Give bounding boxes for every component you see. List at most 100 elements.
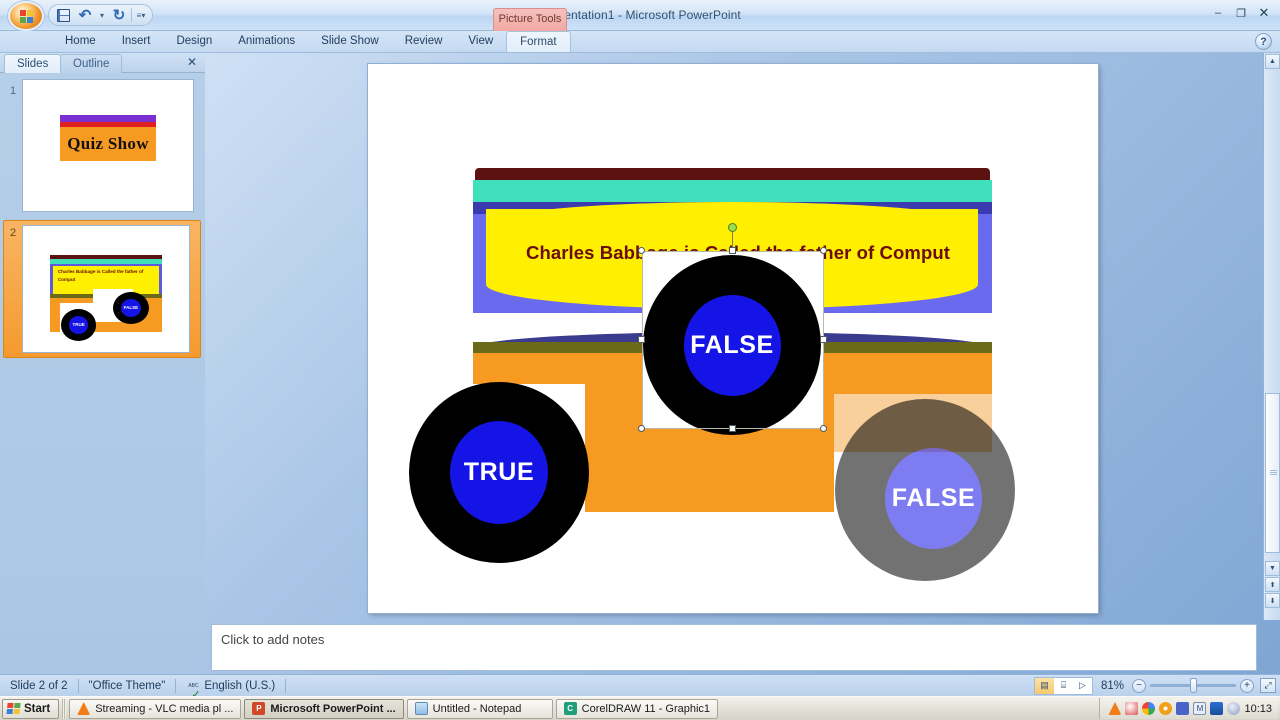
view-switcher: ▤ ⌸ ▷	[1033, 676, 1093, 695]
tab-slide-show[interactable]: Slide Show	[308, 31, 392, 52]
taskbar: Start Streaming - VLC media pl ... P Mic…	[0, 696, 1280, 720]
system-tray: M 10:13	[1099, 698, 1278, 719]
scroll-down-button[interactable]: ▼	[1265, 561, 1280, 576]
turquoise-bar	[473, 180, 992, 202]
maroon-top-bar	[475, 168, 990, 180]
taskbar-item-label: Streaming - VLC media pl ...	[95, 702, 234, 715]
tab-slides[interactable]: Slides	[4, 54, 62, 73]
taskbar-item-vlc[interactable]: Streaming - VLC media pl ...	[69, 698, 242, 719]
tab-review[interactable]: Review	[392, 31, 456, 52]
tray-vlc-icon[interactable]	[1108, 702, 1122, 715]
powerpoint-icon: P	[252, 702, 266, 715]
theme-name[interactable]: "Office Theme"	[79, 680, 176, 692]
coreldraw-icon: C	[563, 702, 577, 715]
taskbar-item-coreldraw[interactable]: C CorelDRAW 11 - Graphic1	[555, 698, 719, 719]
slide-sorter-view-button[interactable]: ⌸	[1054, 678, 1073, 694]
window-title: Presentation1 - Microsoft PowerPoint	[539, 8, 741, 22]
tray-firefox-icon[interactable]	[1159, 702, 1173, 715]
close-button[interactable]: ✕	[1254, 5, 1274, 21]
title-bar: ↶ ▾ ↻ ≡▾ Presentation1 - Microsoft Power…	[0, 0, 1280, 31]
taskbar-item-notepad[interactable]: Untitled - Notepad	[406, 698, 553, 719]
resize-handle-bottom-right[interactable]	[820, 425, 827, 432]
sidebar-tab-strip: Slides Outline ✕	[0, 53, 205, 73]
slide-show-view-button[interactable]: ▷	[1073, 678, 1092, 694]
tray-display-icon[interactable]	[1210, 702, 1224, 715]
fit-to-window-button[interactable]: ⤢	[1260, 678, 1276, 693]
zoom-out-button[interactable]: −	[1132, 678, 1146, 693]
clock[interactable]: 10:13	[1244, 703, 1272, 715]
zoom-knob[interactable]	[1190, 678, 1197, 693]
status-divider	[175, 678, 177, 693]
scrollbar-thumb[interactable]	[1265, 393, 1280, 553]
tray-chrome-icon[interactable]	[1142, 702, 1156, 715]
selection-frame	[642, 251, 824, 429]
zoom-level-label[interactable]: 81%	[1099, 680, 1126, 692]
true-button-label: TRUE	[450, 421, 548, 524]
tab-design[interactable]: Design	[163, 31, 225, 52]
vertical-scrollbar[interactable]: ▲ ▼ ⬆ ⬇	[1263, 53, 1280, 620]
tab-animations[interactable]: Animations	[225, 31, 308, 52]
windows-flag-icon	[6, 702, 21, 715]
thumbnail-list[interactable]: 1 Quiz Show 2 Charles Babbage is Called …	[0, 73, 205, 674]
status-divider	[285, 678, 287, 693]
thumbnail-slide-2[interactable]: 2 Charles Babbage is Called the father o…	[3, 220, 201, 358]
thumbnail-image: Quiz Show	[22, 79, 194, 212]
taskbar-item-powerpoint[interactable]: P Microsoft PowerPoint ...	[244, 698, 404, 719]
resize-handle-top-center[interactable]	[729, 247, 736, 254]
resize-handle-middle-left[interactable]	[638, 336, 645, 343]
notes-pane[interactable]: Click to add notes	[211, 624, 1257, 671]
thumb2-false-button: FALSE	[112, 291, 150, 325]
ghost-false-label: FALSE	[885, 448, 982, 549]
resize-handle-bottom-left[interactable]	[638, 425, 645, 432]
window-controls: – ❐ ✕	[1208, 5, 1274, 21]
next-slide-button[interactable]: ⬇	[1265, 593, 1280, 608]
false-button-ghost[interactable]: FALSE	[835, 399, 1015, 581]
tab-insert[interactable]: Insert	[109, 31, 164, 52]
zoom-in-button[interactable]: +	[1240, 678, 1254, 693]
tab-format[interactable]: Format	[506, 31, 571, 52]
workspace: Slides Outline ✕ 1 Quiz Show 2 Charles B…	[0, 53, 1280, 674]
close-sidebar-icon[interactable]: ✕	[187, 55, 197, 69]
language-indicator[interactable]: English (U.S.)	[194, 680, 285, 692]
resize-handle-bottom-center[interactable]	[729, 425, 736, 432]
tab-view[interactable]: View	[455, 31, 506, 52]
notepad-icon	[414, 702, 428, 715]
taskbar-item-label: Microsoft PowerPoint ...	[270, 702, 396, 715]
tab-outline[interactable]: Outline	[60, 54, 123, 73]
taskbar-item-label: CorelDRAW 11 - Graphic1	[581, 702, 711, 715]
picture-tools-contextual-tab[interactable]: Picture Tools	[493, 8, 567, 31]
slides-sidebar: Slides Outline ✕ 1 Quiz Show 2 Charles B…	[0, 53, 205, 674]
thumbnail-number: 2	[10, 227, 17, 239]
slide-canvas[interactable]: Charles Babbage is Called the father of …	[368, 64, 1098, 613]
slide-canvas-area[interactable]: Charles Babbage is Called the father of …	[205, 53, 1280, 620]
taskbar-divider	[62, 698, 67, 719]
tab-home[interactable]: Home	[52, 31, 109, 52]
thumb2-question-text: Charles Babbage is Called the father of …	[57, 269, 144, 282]
start-button[interactable]: Start	[2, 698, 60, 719]
tray-idm-icon[interactable]: M	[1193, 702, 1207, 715]
thumbnail-slide-1[interactable]: 1 Quiz Show	[4, 79, 201, 212]
status-right-group: ▤ ⌸ ▷ 81% − + ⤢	[1033, 676, 1276, 695]
tray-shield-icon[interactable]	[1125, 702, 1139, 715]
resize-handle-top-left[interactable]	[638, 247, 645, 254]
rotate-handle[interactable]	[728, 223, 737, 232]
zoom-slider[interactable]: − +	[1132, 678, 1254, 693]
help-icon[interactable]: ?	[1255, 33, 1272, 50]
true-button-shape[interactable]: TRUE	[409, 382, 589, 563]
restore-button[interactable]: ❐	[1231, 5, 1251, 21]
thumb2-art: Charles Babbage is Called the father of …	[23, 226, 189, 352]
previous-slide-button[interactable]: ⬆	[1265, 577, 1280, 592]
tray-network-icon[interactable]	[1176, 702, 1190, 715]
slide-counter[interactable]: Slide 2 of 2	[0, 680, 78, 692]
scroll-up-button[interactable]: ▲	[1265, 54, 1280, 69]
resize-handle-top-right[interactable]	[820, 247, 827, 254]
normal-view-button[interactable]: ▤	[1034, 677, 1054, 694]
thumb1-title-text: Quiz Show	[67, 134, 149, 154]
start-label: Start	[24, 702, 51, 715]
thumb2-true-label: TRUE	[69, 316, 89, 334]
zoom-track[interactable]	[1150, 678, 1236, 693]
minimize-button[interactable]: –	[1208, 5, 1228, 21]
status-bar: Slide 2 of 2 "Office Theme" English (U.S…	[0, 674, 1280, 696]
tray-volume-icon[interactable]	[1227, 702, 1241, 715]
resize-handle-middle-right[interactable]	[820, 336, 827, 343]
